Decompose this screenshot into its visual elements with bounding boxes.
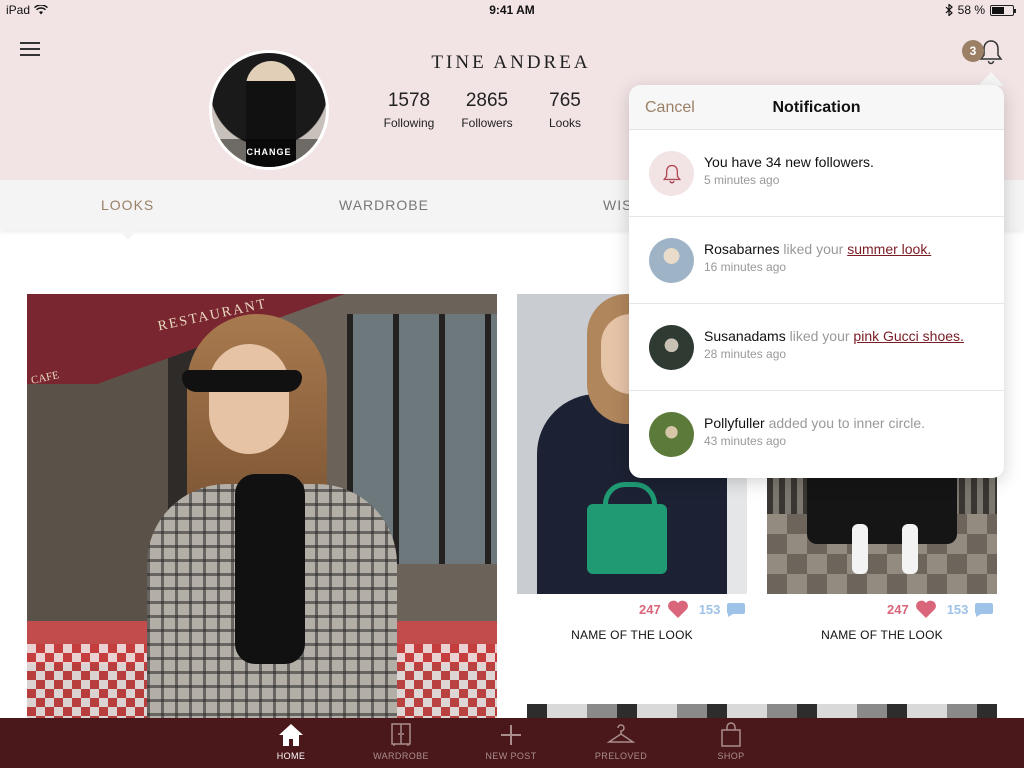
notification-bell-avatar xyxy=(649,151,694,196)
heart-icon[interactable] xyxy=(915,600,937,619)
user-avatar[interactable] xyxy=(649,238,694,283)
comment-icon[interactable] xyxy=(974,602,994,618)
user-name[interactable]: Susanadams xyxy=(704,328,786,344)
home-icon xyxy=(279,724,303,746)
notification-time: 43 minutes ago xyxy=(704,434,787,448)
active-tab-indicator xyxy=(119,230,137,240)
look-photo-main[interactable]: RESTAURANT CAFE xyxy=(27,294,497,724)
stat-looks[interactable]: 765 Looks xyxy=(526,90,604,130)
look-stats: 247 153 xyxy=(887,600,994,619)
user-avatar[interactable] xyxy=(649,412,694,457)
notification-text: Pollyfuller added you to inner circle. xyxy=(704,415,925,431)
comment-icon[interactable] xyxy=(726,602,746,618)
nav-shop[interactable]: SHOP xyxy=(691,722,771,761)
tab-looks[interactable]: LOOKS xyxy=(101,197,154,213)
notification-text: Susanadams liked your pink Gucci shoes. xyxy=(704,328,964,344)
battery-percent: 58 % xyxy=(957,3,985,17)
wardrobe-icon xyxy=(391,723,411,746)
notification-time: 5 minutes ago xyxy=(704,173,780,187)
nav-home[interactable]: HOME xyxy=(251,722,331,761)
notification-item[interactable]: Susanadams liked your pink Gucci shoes. … xyxy=(629,304,1004,391)
notification-text: Rosabarnes liked your summer look. xyxy=(704,241,931,257)
nav-wardrobe[interactable]: WARDROBE xyxy=(361,722,441,761)
item-link[interactable]: pink Gucci shoes. xyxy=(853,328,964,344)
notification-action: added you to inner circle. xyxy=(764,415,926,431)
nav-preloved[interactable]: PRELOVED xyxy=(581,722,661,761)
battery-level xyxy=(992,6,1004,14)
hanger-icon xyxy=(606,724,636,743)
user-name[interactable]: Rosabarnes xyxy=(704,241,780,257)
notification-badge: 3 xyxy=(962,40,984,62)
comments-count: 153 xyxy=(698,602,721,617)
user-avatar[interactable] xyxy=(649,325,694,370)
battery-icon xyxy=(990,4,1016,16)
shopping-bag-icon xyxy=(721,722,741,747)
likes-count: 247 xyxy=(887,602,909,617)
status-time: 9:41 AM xyxy=(489,3,535,17)
look-stats: 247 153 xyxy=(639,600,746,619)
notification-action: liked your xyxy=(785,328,854,344)
heart-icon[interactable] xyxy=(667,600,689,619)
bottom-tab-bar: HOME WARDROBE NEW POST PRELOVED SHOP xyxy=(0,718,1024,768)
status-bar: iPad 9:41 AM 58 % xyxy=(0,0,1024,22)
bluetooth-icon xyxy=(945,4,953,16)
notification-time: 16 minutes ago xyxy=(704,260,787,274)
notification-text: You have 34 new followers. xyxy=(704,154,874,170)
notification-time: 28 minutes ago xyxy=(704,347,787,361)
notification-action: liked your xyxy=(779,241,848,257)
popover-title: Notification xyxy=(772,99,861,116)
bell-icon xyxy=(662,164,681,184)
comments-count: 153 xyxy=(946,602,969,617)
likes-count: 247 xyxy=(639,602,661,617)
look-name[interactable]: NAME OF THE LOOK xyxy=(517,628,747,642)
plus-icon xyxy=(501,725,521,745)
nav-new-post[interactable]: NEW POST xyxy=(471,722,551,761)
look-name[interactable]: NAME OF THE LOOK xyxy=(767,628,997,642)
popover-arrow xyxy=(978,72,1004,86)
popover-header: Cancel Notification xyxy=(629,85,1004,130)
profile-name: TINE ANDREA xyxy=(431,52,591,73)
stat-following[interactable]: 1578 Following xyxy=(370,90,448,130)
profile-avatar[interactable]: CHANGE xyxy=(209,50,329,170)
change-avatar-button[interactable]: CHANGE xyxy=(212,139,326,167)
status-right: 58 % xyxy=(945,3,1016,17)
notification-popover: Cancel Notification You have 34 new foll… xyxy=(629,85,1004,478)
notification-item[interactable]: Rosabarnes liked your summer look. 16 mi… xyxy=(629,217,1004,304)
notification-item[interactable]: Pollyfuller added you to inner circle. 4… xyxy=(629,391,1004,478)
notification-item[interactable]: You have 34 new followers. 5 minutes ago xyxy=(629,130,1004,217)
user-name[interactable]: Pollyfuller xyxy=(704,415,765,431)
look-link[interactable]: summer look. xyxy=(847,241,931,257)
notifications-button[interactable]: 3 xyxy=(962,38,1006,68)
stat-followers[interactable]: 2865 Followers xyxy=(448,90,526,130)
tab-wardrobe[interactable]: WARDROBE xyxy=(339,197,429,213)
hamburger-menu-icon[interactable] xyxy=(20,42,40,56)
